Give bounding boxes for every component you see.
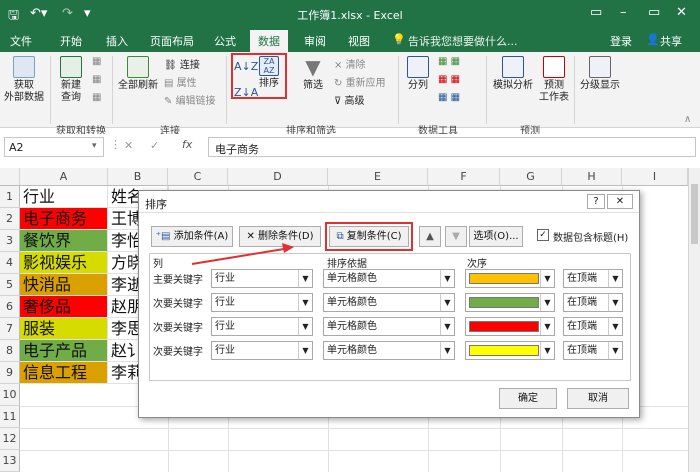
arrow-line <box>191 247 291 265</box>
arrow-head <box>282 243 294 253</box>
annotation-arrow <box>191 243 294 265</box>
